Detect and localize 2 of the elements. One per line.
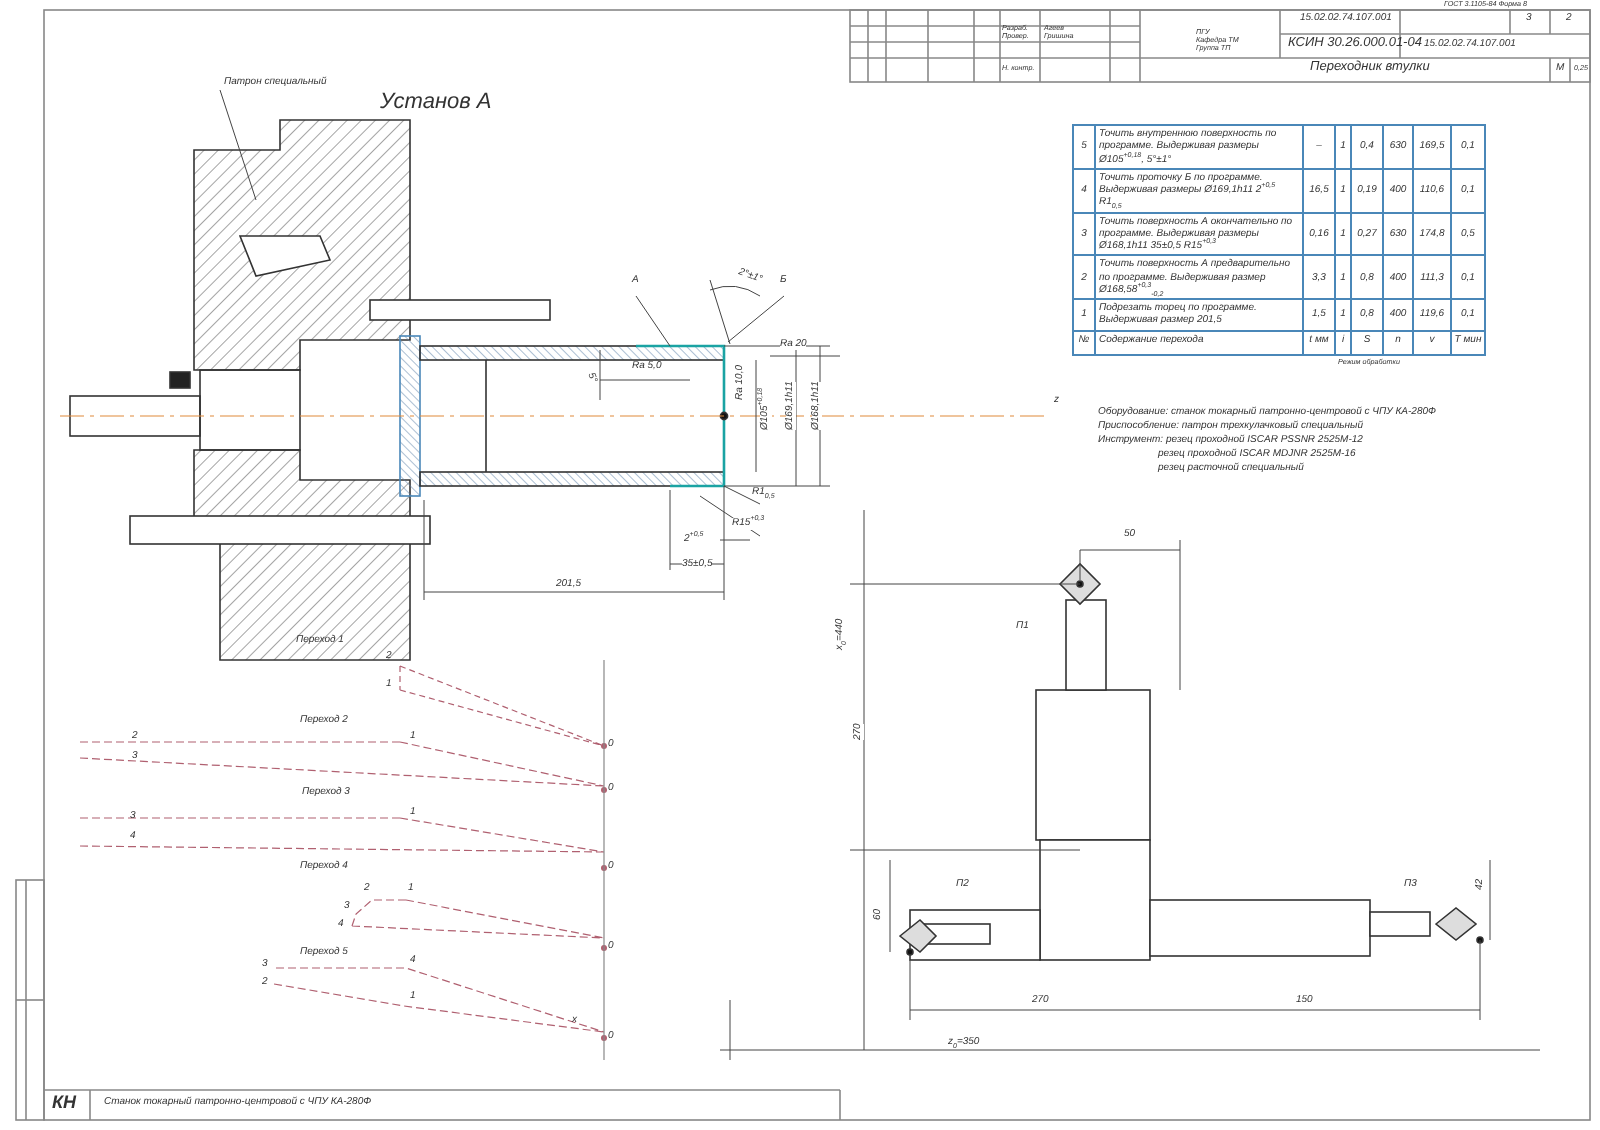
setup-title: Установ А — [380, 92, 492, 114]
document-type-code: КН — [52, 1094, 77, 1112]
